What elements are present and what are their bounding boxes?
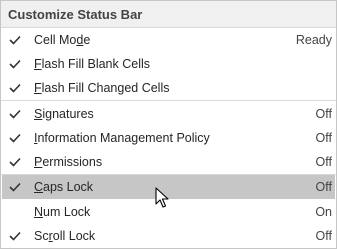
menu-item-scroll-lock[interactable]: Scroll Lock Off [2, 224, 335, 248]
check-icon [9, 76, 23, 100]
menu-item-value: Off [315, 131, 332, 145]
menu-item-label: Information Management Policy [34, 131, 210, 145]
menu-separator [1, 100, 336, 101]
check-icon [9, 224, 23, 248]
check-icon [9, 126, 23, 150]
menu-item-label: Flash Fill Changed Cells [34, 81, 170, 95]
menu-item-signatures[interactable]: Signatures Off [2, 102, 335, 126]
menu-item-label: Permissions [34, 155, 103, 169]
menu-item-value: Off [315, 229, 332, 243]
menu-item-label: Signatures [34, 107, 94, 121]
menu-item-label: Flash Fill Blank Cells [34, 57, 151, 71]
menu-item-information-management-policy[interactable]: Information Management Policy Off [2, 126, 335, 150]
menu-item-value: Off [315, 155, 332, 169]
check-icon [9, 28, 23, 52]
menu-item-permissions[interactable]: Permissions Off [2, 150, 335, 174]
check-icon [9, 150, 23, 174]
menu-item-label: Scroll Lock [34, 229, 96, 243]
menu-item-flash-fill-changed-cells[interactable]: Flash Fill Changed Cells [2, 76, 335, 100]
menu-item-label: Caps Lock [34, 180, 94, 194]
menu-item-value: On [315, 205, 332, 219]
menu-item-label: Num Lock [34, 205, 91, 219]
mouse-pointer-icon [155, 187, 169, 209]
check-icon [9, 175, 23, 199]
menu-item-label: Cell Mode [34, 33, 91, 47]
menu-title: Customize Status Bar [1, 1, 336, 28]
menu-item-cell-mode[interactable]: Cell Mode Ready [2, 28, 335, 52]
menu-item-value: Off [315, 107, 332, 121]
menu-item-flash-fill-blank-cells[interactable]: Flash Fill Blank Cells [2, 52, 335, 76]
customize-status-bar-menu: Customize Status Bar Cell Mode Ready Fla… [0, 0, 337, 249]
menu-item-value: Ready [295, 33, 332, 47]
check-icon [9, 102, 23, 126]
check-icon [9, 52, 23, 76]
menu-item-value: Off [315, 180, 332, 194]
